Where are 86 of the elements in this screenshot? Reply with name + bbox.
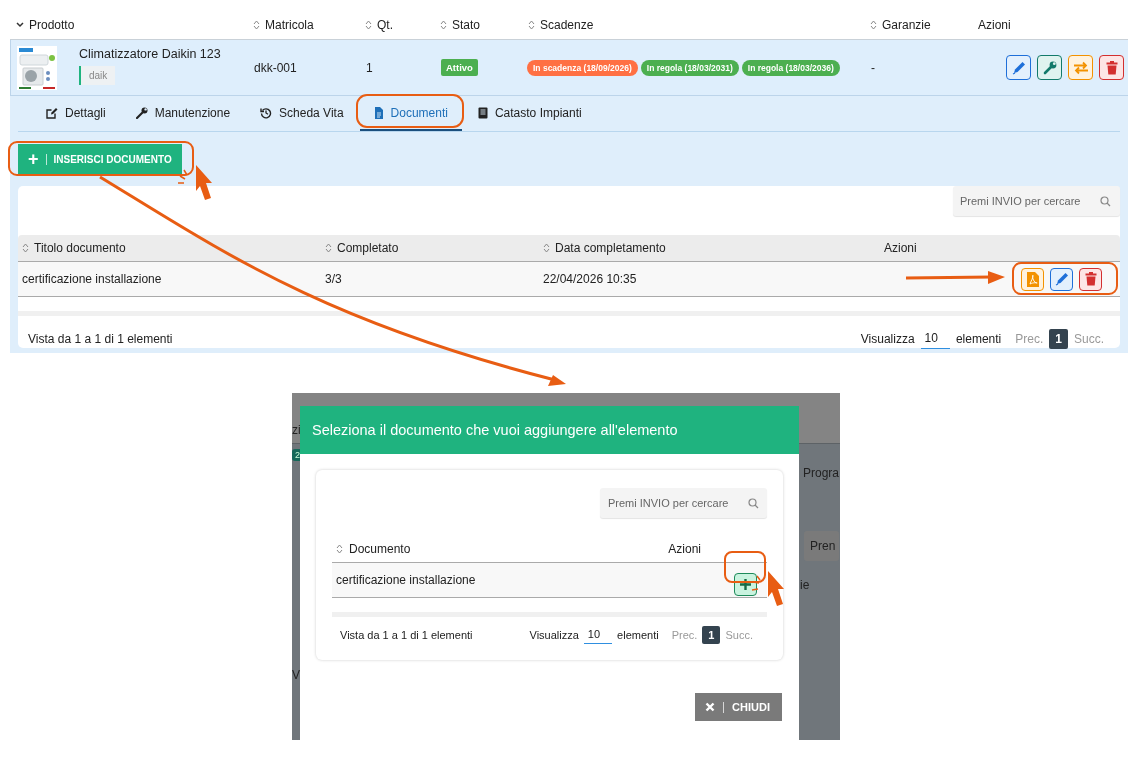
maintenance-button[interactable]: [1037, 55, 1062, 80]
text-fragment: Progra: [803, 466, 840, 480]
column-header[interactable]: Completato: [321, 241, 539, 255]
page-button[interactable]: 1: [1049, 328, 1068, 349]
tab[interactable]: Scheda Vita: [246, 96, 358, 131]
table-cell-text: 3/3: [324, 272, 343, 286]
column-header[interactable]: Qt.: [365, 17, 440, 32]
delete-button[interactable]: [1099, 55, 1124, 80]
swap-icon: [1072, 60, 1089, 75]
search-input[interactable]: Premi INVIO per cercare: [960, 195, 1100, 207]
file-icon: [373, 106, 384, 119]
table-cell: certificazione installazione: [336, 573, 476, 587]
column-header: Azioni: [883, 241, 918, 255]
sort-icon: [870, 19, 877, 30]
column-header[interactable]: Data completamento: [539, 241, 880, 255]
pagination-info: Vista da 1 a 1 di 1 elementi: [28, 331, 173, 346]
page-size-select[interactable]: 10: [583, 628, 613, 644]
pagination-info: Vista da 1 a 1 di 1 elementi: [340, 628, 473, 641]
search-field[interactable]: Premi INVIO per cercare: [600, 488, 767, 518]
text-fragment: zi: [292, 423, 301, 437]
pen-icon: [1054, 272, 1069, 286]
column-header[interactable]: Matricola: [253, 17, 365, 32]
sort-icon: [543, 243, 550, 253]
table-row[interactable]: Climatizzatore Daikin 123 daik dkk-001 1 Attivo In scadenza (18/09/2026) In regola (18/03/2031) In regola (18/03/2036) -: [10, 40, 1128, 96]
close-icon: [705, 702, 716, 712]
sort-icon: [22, 243, 29, 253]
deadline-badge: In regola (18/03/2036): [741, 59, 840, 76]
sort-icon: [528, 19, 535, 30]
edit-button[interactable]: [1006, 55, 1031, 80]
sort-icon: [365, 19, 372, 30]
close-button[interactable]: CHIUDI: [695, 693, 782, 721]
history-icon: [260, 106, 273, 119]
column-header[interactable]: Prodotto: [10, 17, 253, 32]
page-size-label: Visualizza: [529, 628, 579, 641]
sort-icon: [325, 243, 332, 253]
status-badge: Attivo: [441, 59, 478, 76]
sort-icon: [440, 19, 447, 30]
delete-button[interactable]: [1079, 267, 1102, 291]
column-header[interactable]: Scadenze: [528, 17, 870, 32]
page-button[interactable]: 1: [702, 625, 721, 644]
deadline-badge: In scadenza (18/09/2026): [527, 59, 638, 76]
page-size-label: elementi: [617, 628, 659, 641]
plus-icon: [739, 577, 752, 591]
warranty: -: [871, 60, 875, 75]
sort-icon: [336, 544, 343, 554]
book-icon: [477, 106, 488, 119]
serial-number: dkk-001: [254, 60, 297, 75]
wrench-icon: [1042, 60, 1057, 75]
column-header[interactable]: Stato: [440, 17, 528, 32]
pen-icon: [1011, 60, 1026, 75]
quantity: 1: [366, 60, 373, 75]
column-header[interactable]: Titolo documento: [18, 241, 321, 255]
column-header: Azioni: [667, 542, 701, 556]
search-field[interactable]: Premi INVIO per cercare: [953, 186, 1120, 216]
tab[interactable]: Manutenzione: [121, 96, 245, 131]
pdf-file-icon: [1026, 271, 1039, 287]
cursor-icon: [751, 571, 784, 606]
product-name: Climatizzatore Daikin 123: [79, 46, 221, 61]
table-cell-text: 22/04/2026 10:35: [542, 272, 638, 286]
cursor-icon: [177, 165, 212, 200]
wrench-icon: [135, 106, 148, 119]
edit-icon: [46, 106, 58, 119]
trash-icon: [1105, 60, 1118, 75]
search-icon: [1100, 195, 1111, 207]
tab[interactable]: Catasto Impianti: [463, 96, 596, 131]
sort-icon: [253, 19, 260, 30]
tab[interactable]: Dettagli: [32, 96, 120, 131]
edit-button[interactable]: [1050, 267, 1073, 291]
page-size-select[interactable]: 10: [920, 331, 950, 349]
column-header[interactable]: Documento: [332, 542, 411, 556]
page-size-label: Visualizza: [860, 331, 915, 346]
column-header: Azioni: [978, 17, 1012, 32]
trash-icon: [1084, 272, 1097, 286]
column-header[interactable]: Garanzie: [870, 17, 978, 32]
text-fragment: V: [292, 668, 300, 682]
search-icon: [748, 497, 759, 509]
tab[interactable]: Documenti: [359, 96, 462, 131]
tag: daik: [79, 65, 116, 85]
text-fragment: ie: [800, 578, 810, 592]
modal-title: Seleziona il documento che vuoi aggiungere all'elemento: [312, 422, 678, 438]
chevron-down-icon: [16, 21, 24, 28]
search-input[interactable]: Premi INVIO per cercare: [608, 497, 748, 509]
page-size-label: elementi: [955, 331, 1002, 346]
deadline-badge: In regola (18/03/2031): [640, 59, 739, 76]
table-cell-text: certificazione installazione: [21, 272, 163, 286]
highlight-outline: [724, 551, 766, 583]
